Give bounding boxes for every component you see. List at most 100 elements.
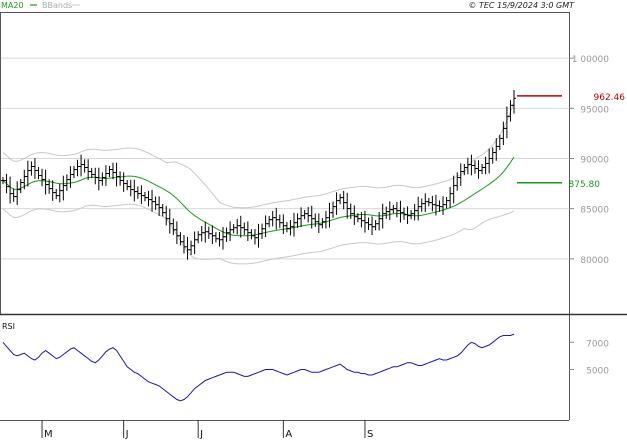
legend-ma20-label: MA20 (1, 1, 24, 10)
price-bar (281, 214, 286, 235)
price-bar (373, 220, 378, 231)
price-bar (79, 154, 84, 177)
rsi-tick-label: 5000 (586, 367, 609, 377)
price-bar (206, 226, 211, 239)
price-bar (235, 218, 240, 235)
price-bar (75, 159, 80, 177)
copyright-text: © TEC 15/9/2024 3:0 GMT (468, 1, 575, 10)
price-bar (107, 165, 112, 178)
price-bar (160, 204, 165, 217)
price-tick-label: 80000 (580, 256, 609, 266)
price-bar (64, 174, 69, 191)
chart-svg: MA20 BBands © TEC 15/9/2024 3:0 GMT 1 00… (0, 1, 627, 440)
price-bar (451, 175, 456, 204)
price-bar (338, 194, 343, 205)
price-bar (57, 183, 62, 203)
price-bar (185, 236, 190, 260)
price-bar (476, 160, 481, 179)
price-bar (256, 223, 261, 248)
price-bar (260, 223, 265, 239)
price-bar (437, 200, 442, 212)
price-bar (114, 162, 119, 187)
price-axis-labels: 1 00000 95000 90000 85000 80000 (572, 55, 609, 266)
price-bar (15, 181, 20, 205)
price-bar (277, 214, 282, 228)
price-bar (245, 221, 250, 242)
rsi-tick-label: 7000 (586, 339, 609, 349)
price-bar (121, 172, 126, 192)
price-bar (444, 197, 449, 209)
price-bar (82, 159, 87, 173)
rsi-line (2, 333, 515, 402)
price-bar (483, 156, 488, 175)
rsi-series (2, 333, 515, 402)
price-bar (419, 198, 424, 212)
price-bar (345, 192, 350, 219)
month-label: J (199, 429, 203, 440)
month-label: S (367, 429, 373, 440)
price-bar (18, 178, 23, 194)
price-bars (1, 89, 516, 260)
price-bar (323, 210, 328, 229)
price-bar (54, 188, 59, 200)
price-bar (125, 179, 130, 191)
price-bar (504, 106, 509, 139)
price-tick-label: 1 00000 (572, 55, 609, 65)
price-bar (139, 185, 144, 204)
price-bar (458, 163, 463, 186)
price-bar (217, 232, 222, 247)
price-bar (348, 203, 353, 219)
price-bar (118, 171, 123, 186)
price-bar (299, 207, 304, 227)
price-bar (196, 231, 201, 244)
price-tick-label: 85000 (580, 206, 609, 216)
price-bar (40, 168, 45, 187)
price-bar (32, 158, 37, 179)
price-bar (263, 215, 268, 238)
price-bar (480, 163, 485, 175)
price-bar (132, 179, 137, 202)
price-bar (238, 215, 243, 238)
price-bar (224, 227, 229, 242)
bband-upper (2, 103, 515, 209)
price-bar (100, 172, 105, 186)
price-bar (128, 179, 133, 197)
price-bar (508, 100, 513, 122)
price-bar (366, 217, 371, 230)
month-label: J (125, 429, 129, 440)
price-bar (203, 221, 208, 243)
price-bar (291, 212, 296, 237)
price-bar (472, 160, 477, 174)
price-bar (377, 211, 382, 231)
price-bar (441, 196, 446, 215)
price-bar (213, 232, 218, 243)
price-bar (334, 192, 339, 215)
price-bar (86, 159, 91, 180)
price-bar (267, 216, 272, 228)
price-bar (341, 190, 346, 210)
price-bar (512, 89, 516, 114)
price-bar (228, 221, 233, 242)
price-bar (448, 186, 453, 208)
price-bar (391, 205, 396, 214)
price-bar (274, 207, 279, 230)
price-bar (252, 228, 257, 245)
price-bar (36, 166, 41, 180)
price-bar (142, 191, 147, 202)
price-bar (96, 167, 101, 191)
price-bar (412, 203, 417, 221)
price-bar (93, 167, 98, 185)
price-bar (43, 169, 48, 195)
price-bar (242, 222, 247, 235)
price-bar (153, 196, 158, 210)
price-bar (394, 201, 399, 218)
price-bar (29, 161, 34, 176)
price-bar (192, 231, 197, 255)
price-bar (313, 213, 318, 227)
price-bar (331, 201, 336, 218)
price-bar (465, 157, 470, 175)
ma20-last-label: 875.80 (569, 180, 601, 190)
price-bar (61, 175, 66, 201)
price-bar (487, 148, 492, 174)
price-bar (426, 198, 431, 207)
